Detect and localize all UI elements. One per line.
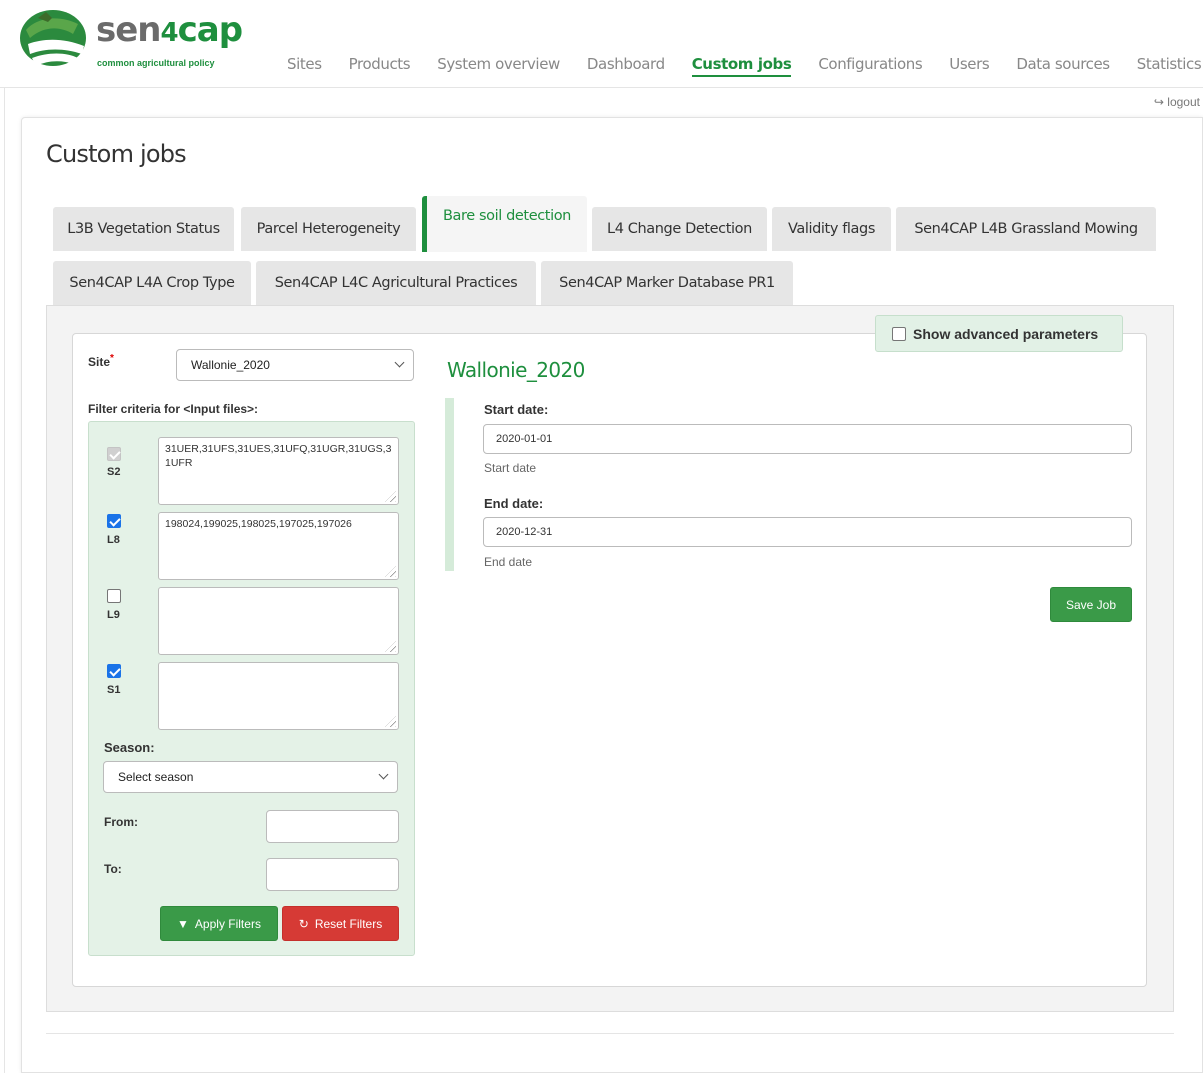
end-date-help: End date <box>484 555 533 569</box>
start-date-help: Start date <box>484 461 537 475</box>
tab-l3b-vegetation-status[interactable]: L3B Vegetation Status <box>53 207 234 251</box>
main-nav: Sites Products System overview Dashboard… <box>287 55 1202 77</box>
tab-parcel-heterogeneity[interactable]: Parcel Heterogeneity <box>241 207 416 251</box>
logout-link[interactable]: ↪ logout <box>1154 95 1200 109</box>
nav-dashboard[interactable]: Dashboard <box>587 55 665 77</box>
tab-validity-flags[interactable]: Validity flags <box>772 207 891 251</box>
advanced-parameters-toggle[interactable]: Show advanced parameters <box>875 315 1123 352</box>
l8-checkbox[interactable] <box>107 514 121 528</box>
site-label: Site* <box>88 353 114 369</box>
sen4cap-logo[interactable]: sen4cap common agricultural policy <box>18 8 243 74</box>
tab-sen4cap-l4c-agricultural-practices[interactable]: Sen4CAP L4C Agricultural Practices <box>256 261 536 305</box>
reset-filters-button[interactable]: ↻ Reset Filters <box>282 906 399 941</box>
brand-tagline: common agricultural policy <box>97 58 215 68</box>
logout-icon: ↪ <box>1153 95 1164 109</box>
filter-icon: ▼ <box>177 916 189 931</box>
tab-l4-change-detection[interactable]: L4 Change Detection <box>592 207 767 251</box>
nav-statistics[interactable]: Statistics <box>1137 55 1202 77</box>
l9-label: L9 <box>107 609 120 621</box>
l8-label: L8 <box>107 534 120 546</box>
season-select[interactable]: Select season <box>103 761 398 793</box>
top-header: sen4cap common agricultural policy Sites… <box>0 0 1203 88</box>
selected-site-title: Wallonie_2020 <box>447 358 585 382</box>
s1-tiles-textarea[interactable] <box>158 662 399 730</box>
from-label: From: <box>104 815 138 829</box>
to-date-input[interactable] <box>266 858 399 891</box>
page-title: Custom jobs <box>46 140 187 168</box>
site-select[interactable]: Wallonie_2020 <box>176 349 414 381</box>
season-label: Season: <box>104 740 155 755</box>
brand-wordmark: sen4cap <box>96 10 243 50</box>
params-accent-bar <box>445 398 454 571</box>
s1-label: S1 <box>107 684 121 696</box>
s2-checkbox[interactable] <box>107 447 121 461</box>
nav-sites[interactable]: Sites <box>287 55 322 77</box>
end-date-input[interactable]: 2020-12-31 <box>483 517 1132 547</box>
resize-handle-icon[interactable] <box>385 641 396 652</box>
nav-configurations[interactable]: Configurations <box>818 55 922 77</box>
nav-system-overview[interactable]: System overview <box>437 55 560 77</box>
nav-custom-jobs[interactable]: Custom jobs <box>691 55 792 77</box>
nav-data-sources[interactable]: Data sources <box>1016 55 1110 77</box>
chevron-down-icon <box>394 357 405 368</box>
resize-handle-icon[interactable] <box>385 491 396 502</box>
s2-label: S2 <box>107 466 121 478</box>
to-label: To: <box>104 862 122 876</box>
l9-tiles-textarea[interactable] <box>158 587 399 655</box>
l9-checkbox[interactable] <box>107 589 121 603</box>
nav-users[interactable]: Users <box>949 55 989 77</box>
end-date-label: End date: <box>484 496 544 511</box>
left-divider <box>4 88 5 1073</box>
filter-criteria-title: Filter criteria for <Input files>: <box>88 402 259 416</box>
chevron-down-icon <box>378 769 389 780</box>
start-date-label: Start date: <box>484 402 549 417</box>
footer-divider <box>46 1033 1174 1034</box>
resize-handle-icon[interactable] <box>385 566 396 577</box>
refresh-icon: ↻ <box>298 916 309 931</box>
resize-handle-icon[interactable] <box>385 716 396 727</box>
advanced-parameters-checkbox[interactable] <box>892 326 906 341</box>
s1-checkbox[interactable] <box>107 664 121 678</box>
tab-bare-soil-detection[interactable]: Bare soil detection <box>422 196 587 252</box>
from-date-input[interactable] <box>266 810 399 843</box>
tab-sen4cap-l4b-grassland-mowing[interactable]: Sen4CAP L4B Grassland Mowing <box>896 207 1156 251</box>
nav-products[interactable]: Products <box>349 55 411 77</box>
apply-filters-button[interactable]: ▼ Apply Filters <box>160 906 278 941</box>
l8-tiles-textarea[interactable]: 198024,199025,198025,197025,197026 <box>158 512 399 580</box>
globe-logo-icon <box>20 10 86 66</box>
tab-sen4cap-marker-database-pr1[interactable]: Sen4CAP Marker Database PR1 <box>541 261 793 305</box>
start-date-input[interactable]: 2020-01-01 <box>483 424 1132 454</box>
tab-sen4cap-l4a-crop-type[interactable]: Sen4CAP L4A Crop Type <box>53 261 251 305</box>
s2-tiles-textarea[interactable]: 31UER,31UFS,31UES,31UFQ,31UGR,31UGS,31UF… <box>158 437 399 505</box>
save-job-button[interactable]: Save Job <box>1050 587 1132 622</box>
